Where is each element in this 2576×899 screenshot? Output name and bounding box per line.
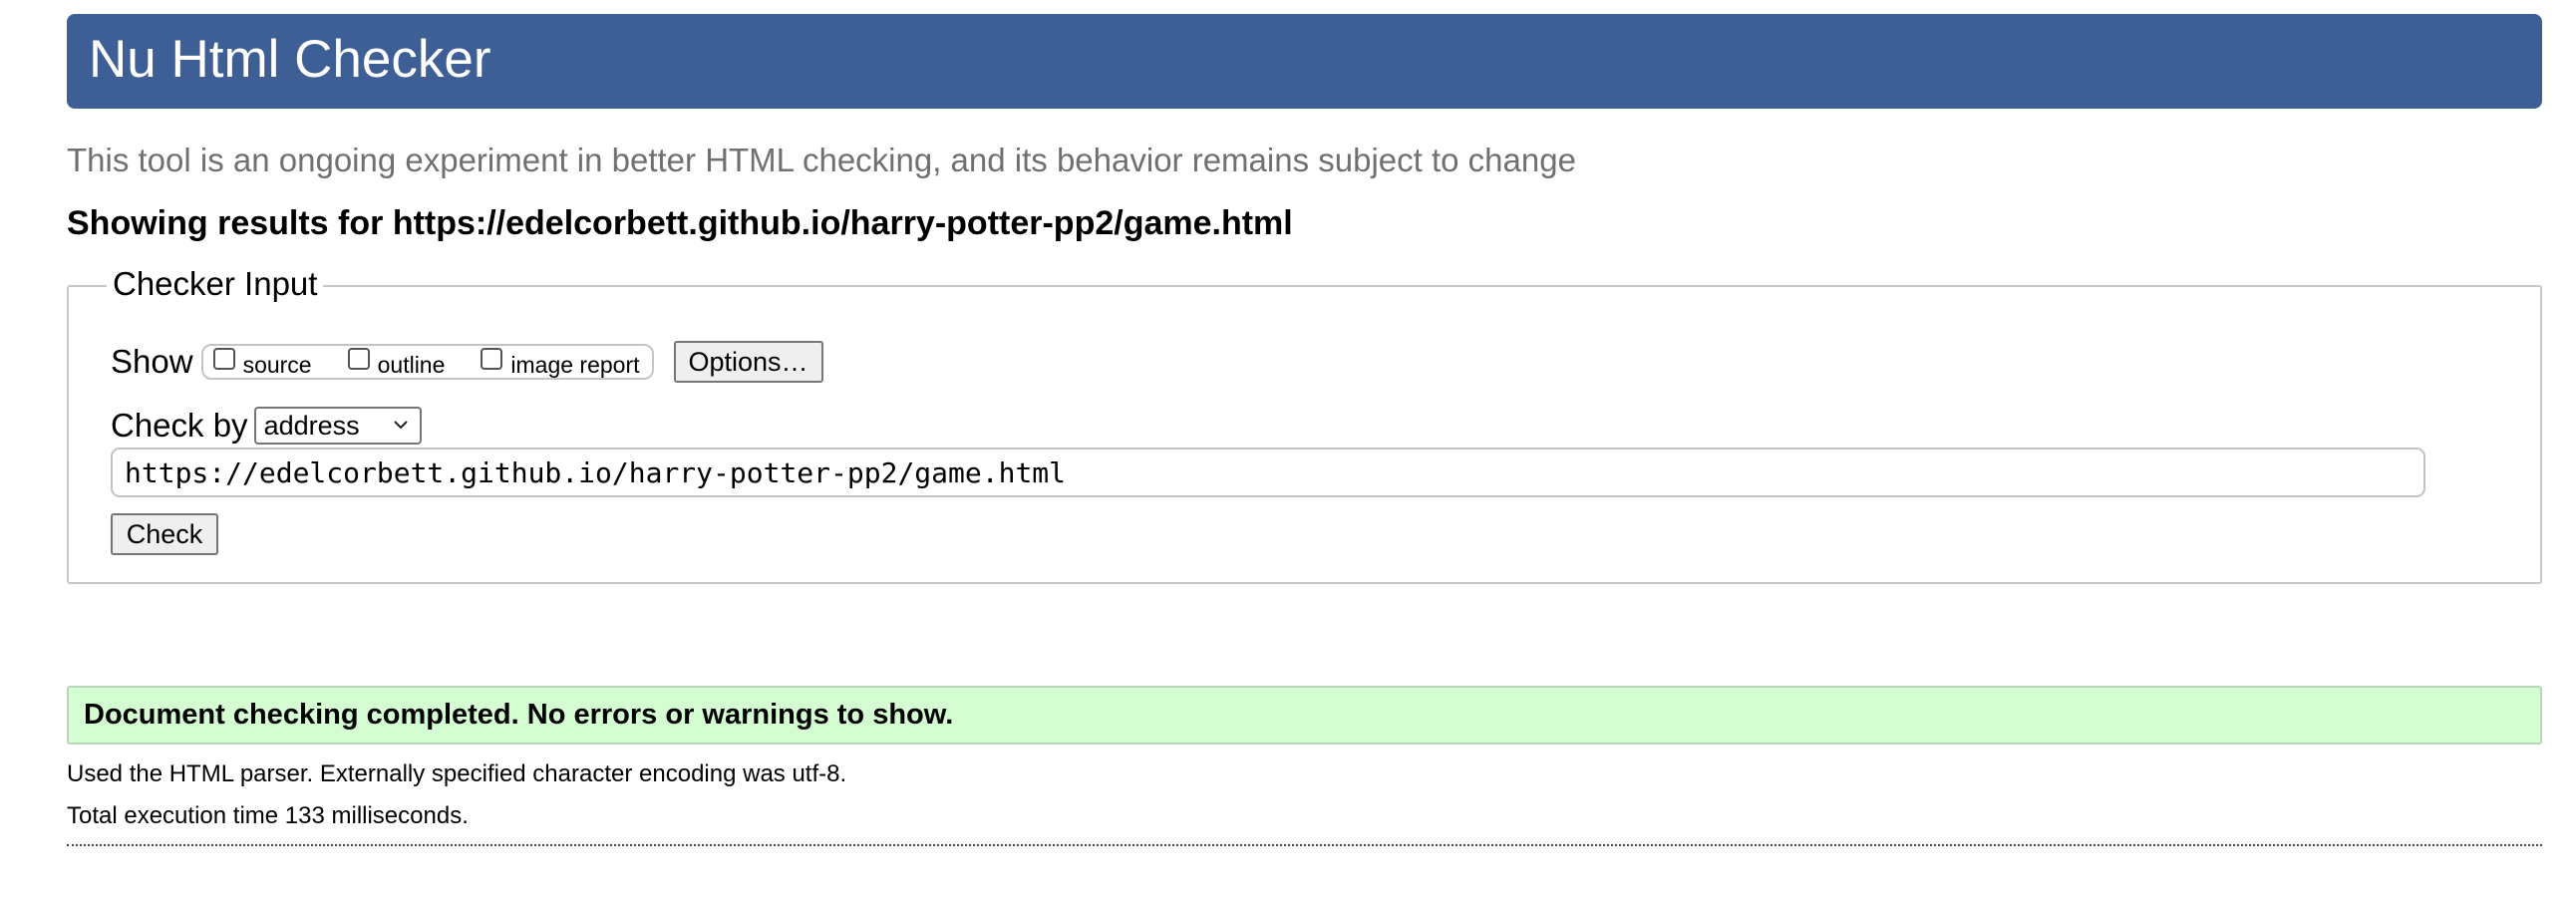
options-button[interactable]: Options… bbox=[673, 341, 823, 383]
checker-input-fieldset: Checker Input Show source outline image … bbox=[67, 265, 2542, 584]
source-checkbox[interactable] bbox=[212, 348, 235, 370]
tagline: This tool is an ongoing experiment in be… bbox=[67, 142, 1576, 178]
show-label: Show bbox=[111, 343, 193, 380]
divider bbox=[67, 844, 2542, 846]
check-by-row: Check by address bbox=[111, 404, 422, 448]
results-heading-prefix: Showing results for bbox=[67, 204, 393, 242]
show-options-group: source outline image report bbox=[200, 344, 654, 380]
outline-checkbox[interactable] bbox=[347, 348, 370, 370]
check-by-selected-value[interactable]: address bbox=[264, 411, 360, 442]
results-heading-url: https://edelcorbett.github.io/harry-pott… bbox=[392, 204, 1293, 242]
source-checkbox-label[interactable]: source bbox=[243, 352, 312, 379]
execution-time: Total execution time 133 milliseconds. bbox=[67, 802, 469, 829]
show-options-row: Show source outline image report Options… bbox=[111, 339, 823, 385]
success-message: Document checking completed. No errors o… bbox=[67, 686, 2542, 745]
image-report-checkbox-label[interactable]: image report bbox=[510, 352, 639, 379]
check-by-select[interactable]: address bbox=[253, 407, 422, 445]
show-image-report-option[interactable]: image report bbox=[481, 348, 640, 379]
parser-info: Used the HTML parser. Externally specifi… bbox=[67, 760, 847, 787]
image-report-checkbox[interactable] bbox=[481, 348, 503, 370]
show-source-option[interactable]: source bbox=[212, 348, 312, 379]
results-heading: Showing results for https://edelcorbett.… bbox=[67, 204, 1293, 243]
check-button[interactable]: Check bbox=[111, 513, 218, 555]
show-outline-option[interactable]: outline bbox=[347, 348, 446, 379]
chevron-down-icon bbox=[393, 421, 408, 430]
outline-checkbox-label[interactable]: outline bbox=[378, 352, 446, 379]
check-by-label: Check by bbox=[111, 407, 248, 444]
app-header: Nu Html Checker bbox=[67, 14, 2542, 109]
app-title: Nu Html Checker bbox=[89, 30, 491, 89]
checker-input-legend: Checker Input bbox=[107, 265, 324, 303]
url-input[interactable]: https://edelcorbett.github.io/harry-pott… bbox=[111, 448, 2425, 497]
